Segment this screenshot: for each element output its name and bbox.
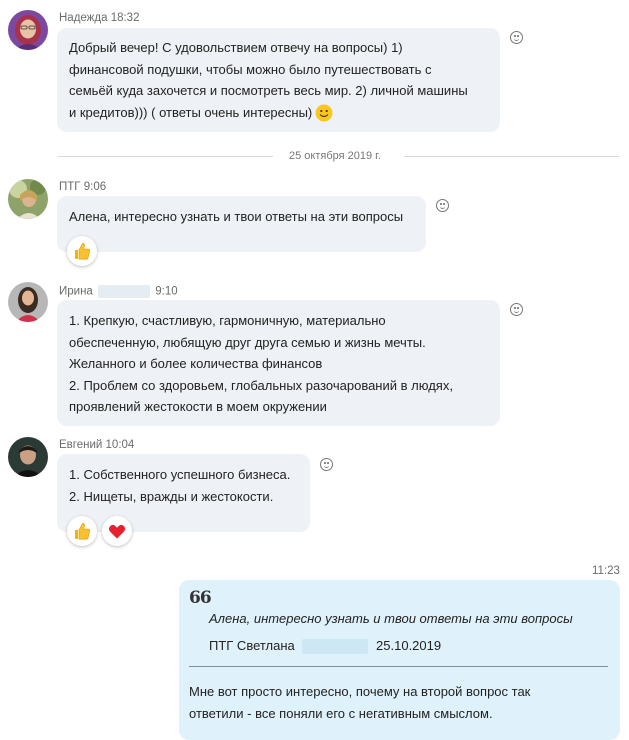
quote-author: ПТГ Светлана xyxy=(209,638,295,653)
avatar[interactable] xyxy=(8,282,48,322)
message-time: 9:06 xyxy=(83,181,107,193)
thumbs-up-emoji-icon xyxy=(75,523,90,540)
message-line: Добрый вечер! С удовольствием отвечу на … xyxy=(69,40,403,55)
author-name[interactable]: ПТГ xyxy=(59,181,81,193)
message-line: 1. Крепкую, счастливую, гармоничную, мат… xyxy=(69,313,386,328)
quote-mark-icon: 66 xyxy=(189,588,212,608)
add-reaction-icon[interactable] xyxy=(320,458,333,471)
add-reaction-icon[interactable] xyxy=(436,199,449,212)
message-time: 18:32 xyxy=(110,12,140,24)
message-bubble[interactable]: Добрый вечер! С удовольствием отвечу на … xyxy=(57,28,500,132)
message-meta: ПТГ 9:06 xyxy=(59,181,106,193)
message-line: 2. Проблем со здоровьем, глобальных разо… xyxy=(69,377,453,393)
message-meta: Евгений 10:04 xyxy=(59,439,134,451)
message-bubble[interactable]: 1. Крепкую, счастливую, гармоничную, мат… xyxy=(57,300,500,426)
author-name[interactable]: Надежда xyxy=(59,12,107,24)
add-reaction-icon[interactable] xyxy=(510,31,523,44)
message-time: 9:10 xyxy=(155,285,178,298)
heart-emoji-icon xyxy=(108,524,126,539)
message-bubble[interactable]: Алена, интересно узнать и твои ответы на… xyxy=(57,196,426,252)
message-line: Мне вот просто интересно, почему на втор… xyxy=(189,684,531,699)
smile-emoji-icon xyxy=(315,104,333,122)
message-line: обеспеченную, любящую друг друга семью и… xyxy=(69,334,426,350)
message-line: 2. Нищеты, вражды и жестокости. xyxy=(69,488,274,504)
message-line: Желанного и более количества финансов xyxy=(69,356,323,371)
author-name[interactable]: Ирина xyxy=(59,286,93,298)
message-line: 1. Собственного успешного бизнеса. xyxy=(69,467,291,482)
hidden-surname xyxy=(98,285,151,298)
divider-line xyxy=(404,156,619,157)
thumbs-up-emoji-icon xyxy=(75,243,90,260)
outgoing-message-bubble[interactable]: 66 Алена, интересно узнать и твои ответы… xyxy=(179,580,620,740)
hidden-surname xyxy=(302,639,369,655)
message-body: Мне вот просто интересно, почему на втор… xyxy=(189,681,530,725)
date-divider: 25 октября 2019 г. xyxy=(289,150,381,162)
message-time: 10:04 xyxy=(105,439,135,451)
message-line: и кредитов))) ( ответы очень интересны) xyxy=(69,102,488,124)
thumbs-up-reaction[interactable] xyxy=(67,516,97,546)
thumbs-up-reaction[interactable] xyxy=(67,236,97,266)
message-meta: Надежда 18:32 xyxy=(59,12,139,24)
message-time: 11:23 xyxy=(592,565,620,577)
quote-date: 25.10.2019 xyxy=(376,638,442,653)
quoted-text: Алена, интересно узнать и твои ответы на… xyxy=(209,611,573,626)
message-line: Алена, интересно узнать и твои ответы на… xyxy=(69,209,404,224)
message-line: семьёй куда захочется и посмотреть весь … xyxy=(69,83,468,98)
divider-line xyxy=(58,156,273,157)
heart-reaction[interactable] xyxy=(102,516,132,546)
message-line: финансовой подушки, чтобы можно было пут… xyxy=(69,61,432,77)
message-meta: Ирина 9:10 xyxy=(59,285,178,298)
quote-separator xyxy=(189,666,608,667)
avatar[interactable] xyxy=(8,10,48,50)
author-name[interactable]: Евгений xyxy=(59,439,102,451)
message-line: ответили - все поняли его с негативным с… xyxy=(189,706,493,721)
avatar[interactable] xyxy=(8,437,48,477)
quote-source: ПТГ Светлана 25.10.2019 xyxy=(209,638,442,655)
add-reaction-icon[interactable] xyxy=(510,303,523,316)
avatar[interactable] xyxy=(8,179,48,219)
message-line: проявлений жестокости в моем окружении xyxy=(69,399,327,414)
